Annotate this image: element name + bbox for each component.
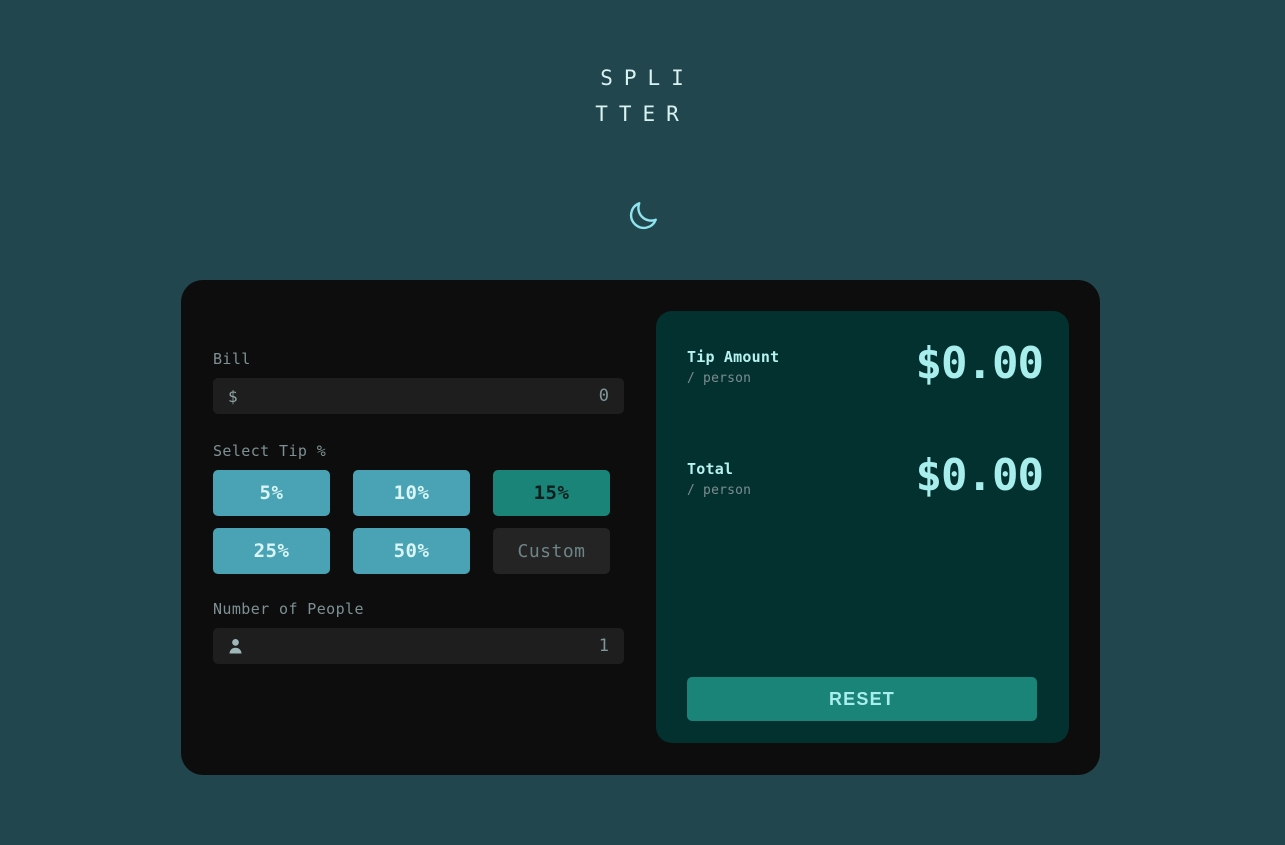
tip-amount-row: Tip Amount / person $0.00 (687, 338, 1044, 389)
tip-amount-title: Tip Amount (687, 348, 780, 366)
tip-option-10[interactable]: 10% (353, 470, 470, 516)
calculator-card: Bill $ 0 Select Tip % 5% 10% 15% 25% 50%… (181, 280, 1100, 775)
tip-options-grid: 5% 10% 15% 25% 50% Custom (213, 470, 624, 574)
total-labels: Total / person (687, 454, 751, 498)
tip-option-5[interactable]: 5% (213, 470, 330, 516)
people-input[interactable]: 1 (213, 628, 624, 664)
tip-label: Select Tip % (213, 442, 327, 460)
tip-amount-subtitle: / person (687, 371, 752, 386)
bill-value: 0 (598, 386, 609, 406)
app-root: SPLITTER Bill $ 0 Select Tip % 5% 10% 15… (0, 0, 1285, 845)
bill-input[interactable]: $ 0 (213, 378, 624, 414)
tip-amount-labels: Tip Amount / person (687, 342, 779, 386)
tip-option-25[interactable]: 25% (213, 528, 330, 574)
total-title: Total (687, 460, 734, 478)
results-pane: Tip Amount / person $0.00 Total / person… (656, 311, 1069, 743)
tip-option-50[interactable]: 50% (353, 528, 470, 574)
tip-amount-value: $0.00 (915, 338, 1044, 389)
total-value: $0.00 (915, 450, 1044, 501)
people-value: 1 (598, 636, 609, 656)
moon-icon (625, 198, 661, 238)
tip-custom-input[interactable]: Custom (493, 528, 610, 574)
page-title: SPLITTER (595, 66, 695, 126)
theme-toggle-button[interactable] (615, 190, 671, 246)
person-icon (228, 638, 243, 654)
app-header: SPLITTER (0, 60, 1285, 132)
total-subtitle: / person (687, 483, 752, 498)
reset-button[interactable]: RESET (687, 677, 1037, 721)
bill-label: Bill (213, 350, 251, 368)
tip-option-15[interactable]: 15% (493, 470, 610, 516)
input-pane: Bill $ 0 Select Tip % 5% 10% 15% 25% 50%… (181, 280, 655, 775)
total-row: Total / person $0.00 (687, 450, 1044, 501)
people-label: Number of People (213, 600, 364, 618)
dollar-icon: $ (228, 386, 238, 406)
